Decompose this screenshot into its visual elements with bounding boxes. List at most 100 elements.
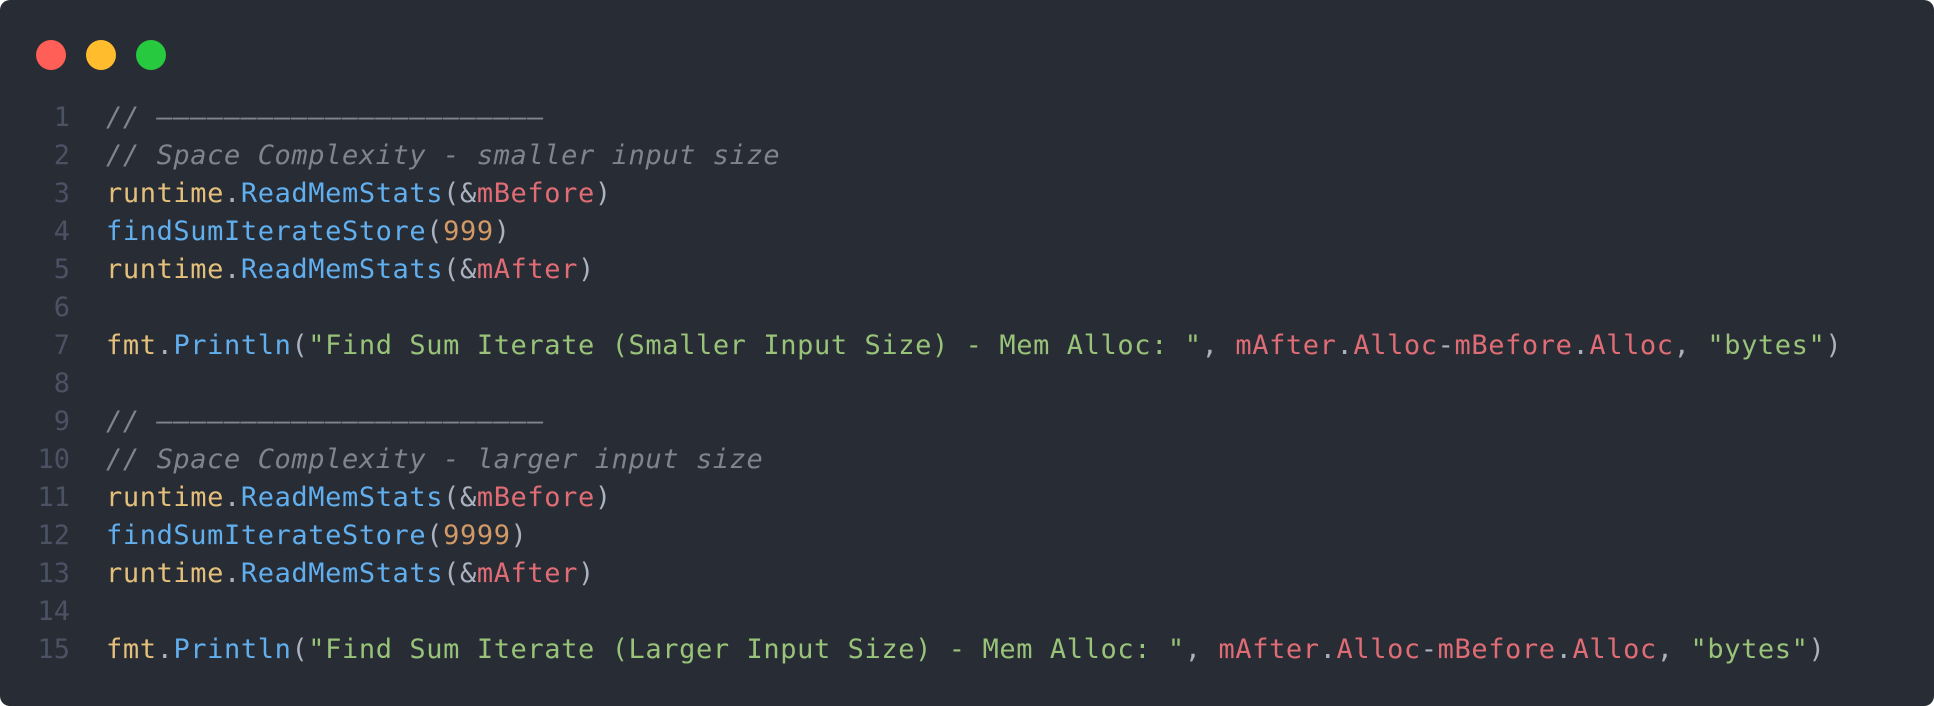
comment-token: // Space Complexity - smaller input size xyxy=(106,140,781,171)
package-token: runtime xyxy=(106,482,224,513)
punctuation-token: ) xyxy=(1825,330,1843,361)
punctuation-token: . xyxy=(156,330,174,361)
variable-token: mBefore xyxy=(1437,634,1556,665)
punctuation-token: (& xyxy=(443,558,477,589)
line-number: 13 xyxy=(37,558,70,589)
variable-token: mBefore xyxy=(1454,330,1573,361)
variable-token: mBefore xyxy=(476,482,595,513)
line-content: runtime.ReadMemStats(&mAfter) xyxy=(106,251,595,289)
function-token: ReadMemStats xyxy=(240,558,444,589)
function-token: ReadMemStats xyxy=(240,254,444,285)
punctuation-token: ( xyxy=(291,634,309,665)
variable-token: mAfter xyxy=(1218,634,1320,665)
close-button[interactable] xyxy=(36,40,66,70)
line-number: 10 xyxy=(37,444,70,475)
line-content: // ——————————————————————— xyxy=(106,99,544,137)
punctuation-token: - xyxy=(1420,634,1438,665)
comment-token: // Space Complexity - larger input size xyxy=(106,444,764,475)
number-token: 9999 xyxy=(443,520,511,551)
punctuation-token: . xyxy=(1319,634,1337,665)
string-token: "bytes" xyxy=(1690,634,1809,665)
line-number: 9 xyxy=(53,406,70,437)
function-token: ReadMemStats xyxy=(240,178,444,209)
line-number: 5 xyxy=(53,254,70,285)
variable-token: mAfter xyxy=(476,254,578,285)
string-token: "Find Sum Iterate (Smaller Input Size) -… xyxy=(308,330,1202,361)
string-token: "bytes" xyxy=(1707,330,1826,361)
function-token: findSumIterateStore xyxy=(106,216,427,247)
code-line: 15 fmt.Println("Find Sum Iterate (Larger … xyxy=(0,631,1934,669)
punctuation-token: (& xyxy=(443,178,477,209)
line-content: fmt.Println("Find Sum Iterate (Smaller I… xyxy=(106,327,1842,365)
function-token: ReadMemStats xyxy=(240,482,444,513)
code-line: 9 // ——————————————————————— xyxy=(0,403,1934,441)
punctuation-token: ( xyxy=(426,216,444,247)
minimize-button[interactable] xyxy=(86,40,116,70)
line-content: runtime.ReadMemStats(&mBefore) xyxy=(106,175,612,213)
code-line: 2 // Space Complexity - smaller input siz… xyxy=(0,137,1934,175)
line-content: // ——————————————————————— xyxy=(106,403,544,441)
variable-token: mAfter xyxy=(476,558,578,589)
variable-token: Alloc xyxy=(1589,330,1674,361)
code-line: 7 fmt.Println("Find Sum Iterate (Smaller … xyxy=(0,327,1934,365)
code-window: 1 // ——————————————————————— 2 // Space Com… xyxy=(0,0,1934,706)
variable-token: mBefore xyxy=(476,178,595,209)
line-number: 14 xyxy=(37,596,70,627)
function-token: Println xyxy=(173,634,292,665)
punctuation-token: ) xyxy=(594,482,612,513)
number-token: 999 xyxy=(443,216,494,247)
package-token: runtime xyxy=(106,558,224,589)
punctuation-token: ) xyxy=(510,520,528,551)
function-token: findSumIterateStore xyxy=(106,520,427,551)
code-line: 13 runtime.ReadMemStats(&mAfter) xyxy=(0,555,1934,593)
punctuation-token: , xyxy=(1656,634,1691,665)
punctuation-token: . xyxy=(156,634,174,665)
punctuation-token: ) xyxy=(594,178,612,209)
code-line: 14 xyxy=(0,593,1934,631)
line-number: 11 xyxy=(37,482,70,513)
code-line: 11 runtime.ReadMemStats(&mBefore) xyxy=(0,479,1934,517)
punctuation-token: ) xyxy=(493,216,511,247)
code-line: 3 runtime.ReadMemStats(&mBefore) xyxy=(0,175,1934,213)
punctuation-token: . xyxy=(224,558,241,589)
line-content: runtime.ReadMemStats(&mAfter) xyxy=(106,555,595,593)
code-line: 1 // ——————————————————————— xyxy=(0,99,1934,137)
string-token: "Find Sum Iterate (Larger Input Size) - … xyxy=(308,634,1185,665)
punctuation-token: . xyxy=(1555,634,1573,665)
line-number: 8 xyxy=(53,368,70,399)
punctuation-token: . xyxy=(224,482,241,513)
code-line: 4 findSumIterateStore(999) xyxy=(0,213,1934,251)
punctuation-token: ) xyxy=(577,558,595,589)
maximize-button[interactable] xyxy=(136,40,166,70)
punctuation-token: , xyxy=(1673,330,1708,361)
punctuation-token: - xyxy=(1437,330,1455,361)
package-token: fmt xyxy=(106,634,157,665)
punctuation-token: . xyxy=(224,254,241,285)
line-number: 3 xyxy=(53,178,70,209)
line-number: 15 xyxy=(37,634,70,665)
punctuation-token: (& xyxy=(443,254,477,285)
punctuation-token: ) xyxy=(577,254,595,285)
line-content: findSumIterateStore(999) xyxy=(106,213,511,251)
code-line: 8 xyxy=(0,365,1934,403)
line-content: runtime.ReadMemStats(&mBefore) xyxy=(106,479,612,517)
punctuation-token: ) xyxy=(1808,634,1826,665)
function-token: Println xyxy=(173,330,292,361)
punctuation-token: (& xyxy=(443,482,477,513)
code-editor[interactable]: 1 // ——————————————————————— 2 // Space Com… xyxy=(0,99,1934,669)
line-number: 7 xyxy=(53,330,70,361)
package-token: runtime xyxy=(106,254,224,285)
punctuation-token: ( xyxy=(291,330,309,361)
comment-token: // ——————————————————————— xyxy=(106,406,545,437)
package-token: fmt xyxy=(106,330,157,361)
punctuation-token: ( xyxy=(426,520,444,551)
punctuation-token: , xyxy=(1184,634,1219,665)
line-content: // Space Complexity - larger input size xyxy=(106,441,763,479)
code-line: 5 runtime.ReadMemStats(&mAfter) xyxy=(0,251,1934,289)
punctuation-token: . xyxy=(1572,330,1590,361)
code-line: 10 // Space Complexity - larger input siz… xyxy=(0,441,1934,479)
comment-token: // ——————————————————————— xyxy=(106,102,545,133)
line-number: 6 xyxy=(53,292,70,323)
variable-token: Alloc xyxy=(1572,634,1657,665)
variable-token: mAfter xyxy=(1235,330,1337,361)
